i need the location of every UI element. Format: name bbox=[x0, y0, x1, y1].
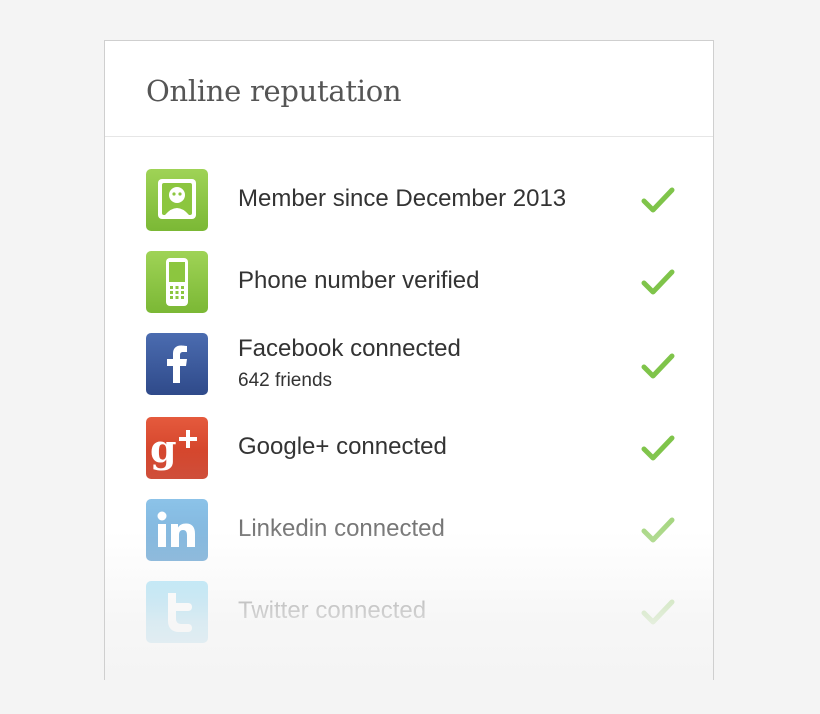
card-header: Online reputation bbox=[105, 41, 713, 137]
checkmark-icon bbox=[641, 516, 675, 544]
checkmark-icon bbox=[641, 268, 675, 296]
item-label: Google+ connected bbox=[238, 433, 447, 460]
svg-text:g: g bbox=[150, 426, 177, 471]
google-plus-icon: g bbox=[146, 417, 208, 479]
card-title: Online reputation bbox=[146, 74, 402, 108]
item-sublabel: 642 friends bbox=[238, 370, 333, 391]
item-label: Facebook connected bbox=[238, 335, 461, 362]
list-item: Linkedin connected bbox=[105, 499, 713, 563]
linkedin-icon bbox=[146, 499, 208, 561]
item-label: Member since December 2013 bbox=[238, 185, 567, 212]
list-item: g Google+ connected bbox=[105, 417, 713, 481]
member-icon bbox=[146, 169, 208, 231]
twitter-icon bbox=[146, 581, 208, 643]
online-reputation-card: Online reputation Member since December … bbox=[104, 40, 714, 680]
checkmark-icon bbox=[641, 598, 675, 626]
fade-overlay bbox=[105, 450, 713, 680]
item-label: Phone number verified bbox=[238, 267, 480, 294]
item-label: Linkedin connected bbox=[238, 515, 445, 542]
checkmark-icon bbox=[641, 186, 675, 214]
list-item: Facebook connected 642 friends bbox=[105, 333, 713, 397]
list-item: Member since December 2013 bbox=[105, 169, 713, 233]
list-item: Phone number verified bbox=[105, 251, 713, 315]
phone-icon bbox=[146, 251, 208, 313]
list-item: Twitter connected bbox=[105, 581, 713, 645]
facebook-icon bbox=[146, 333, 208, 395]
item-label: Twitter connected bbox=[238, 597, 427, 624]
checkmark-icon bbox=[641, 434, 675, 462]
checkmark-icon bbox=[641, 352, 675, 380]
